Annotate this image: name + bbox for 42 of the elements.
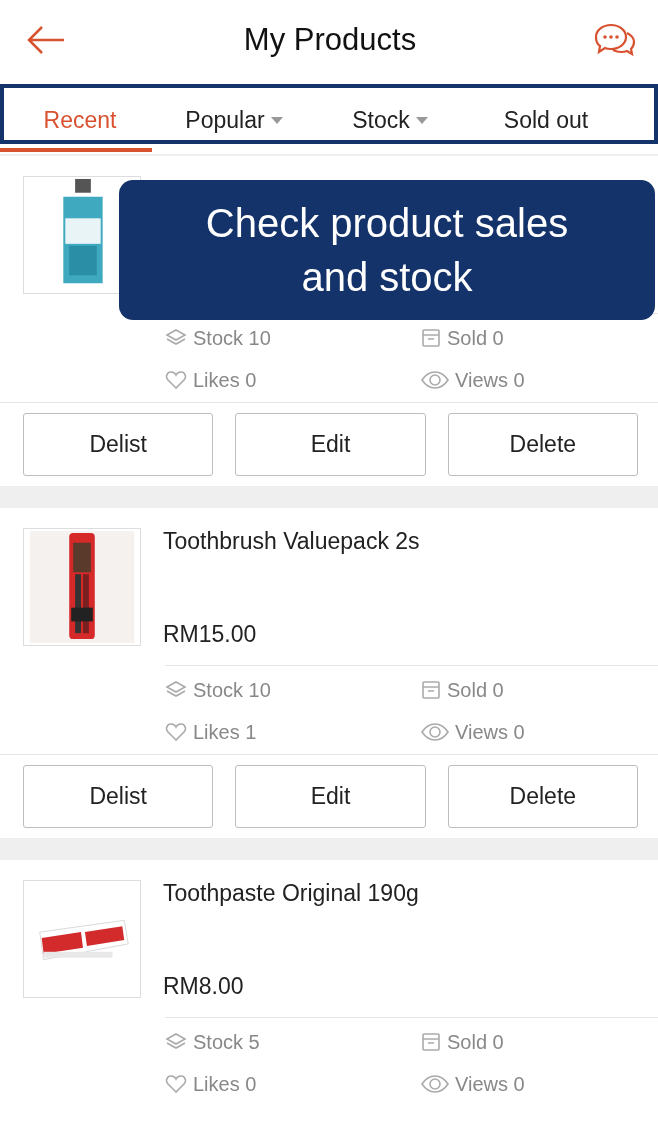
layers-icon bbox=[165, 1032, 187, 1052]
product-price: RM8.00 bbox=[163, 973, 245, 1000]
box-icon bbox=[421, 1032, 441, 1052]
sold-count: Sold 0 bbox=[447, 1030, 504, 1054]
action-button[interactable]: Delete bbox=[447, 765, 638, 828]
likes-count: Likes 0 bbox=[193, 368, 257, 392]
callout-text: Check product sales and stock bbox=[204, 200, 570, 301]
eye-icon bbox=[421, 1074, 449, 1094]
sold-count: Sold 0 bbox=[447, 326, 504, 350]
sort-tab[interactable]: Recent bbox=[4, 88, 156, 140]
sold-count: Sold 0 bbox=[447, 678, 504, 702]
sort-tab[interactable]: Popular bbox=[156, 88, 312, 140]
action-button[interactable]: Delist bbox=[23, 765, 214, 828]
page-title: My Products bbox=[243, 22, 417, 58]
action-button[interactable]: Edit bbox=[235, 765, 426, 828]
layers-icon bbox=[165, 680, 187, 700]
box-icon bbox=[421, 680, 441, 700]
heart-icon bbox=[165, 722, 187, 742]
product-name: Toothbrush Valuepack 2s bbox=[163, 528, 420, 555]
back-arrow-icon[interactable] bbox=[26, 25, 66, 55]
heart-icon bbox=[165, 370, 187, 390]
product-name: Toothpaste Original 190g bbox=[163, 880, 419, 907]
views-count: Views 0 bbox=[455, 720, 525, 744]
layers-icon bbox=[165, 328, 187, 348]
likes-count: Likes 1 bbox=[193, 720, 257, 744]
sort-tab[interactable]: Sold out bbox=[468, 88, 624, 140]
eye-icon bbox=[421, 370, 449, 390]
action-button[interactable]: Edit bbox=[235, 413, 426, 476]
views-count: Views 0 bbox=[455, 1072, 525, 1096]
stock-count: Stock 5 bbox=[193, 1030, 260, 1054]
chat-bubbles-icon[interactable] bbox=[594, 22, 636, 58]
heart-icon bbox=[165, 1074, 187, 1094]
stock-count: Stock 10 bbox=[193, 326, 271, 350]
stock-count: Stock 10 bbox=[193, 678, 271, 702]
box-icon bbox=[421, 328, 441, 348]
likes-count: Likes 0 bbox=[193, 1072, 257, 1096]
action-button[interactable]: Delist bbox=[23, 413, 214, 476]
product-price: RM15.00 bbox=[163, 621, 258, 648]
action-button[interactable]: Delete bbox=[447, 413, 638, 476]
sort-tab[interactable]: Stock bbox=[312, 88, 468, 140]
views-count: Views 0 bbox=[455, 368, 525, 392]
eye-icon bbox=[421, 722, 449, 742]
